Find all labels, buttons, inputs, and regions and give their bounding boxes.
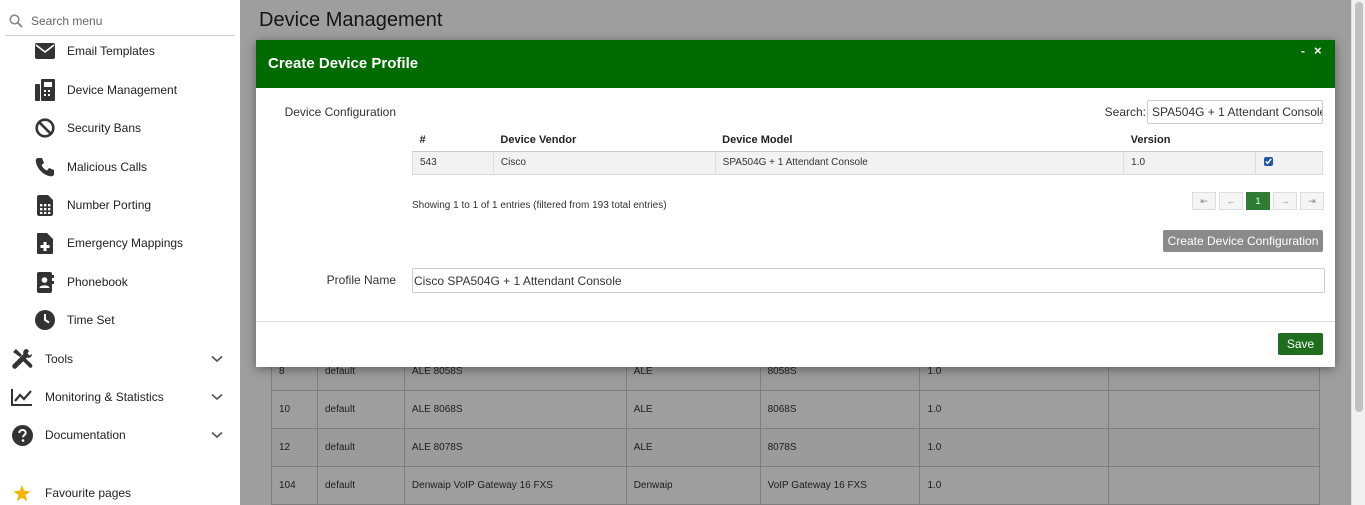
entries-info: Showing 1 to 1 of 1 entries (filtered fr… bbox=[412, 200, 667, 211]
save-button[interactable]: Save bbox=[1278, 333, 1323, 355]
table-row[interactable]: 543 Cisco SPA504G + 1 Attendant Console … bbox=[412, 150, 1323, 175]
last-page-button[interactable]: ⇥ bbox=[1300, 192, 1324, 210]
minimize-button[interactable]: - bbox=[1301, 44, 1305, 58]
profile-name-input[interactable] bbox=[412, 268, 1325, 293]
scrollbar-thumb[interactable] bbox=[1355, 2, 1363, 412]
address-book-icon bbox=[34, 271, 56, 293]
search-icon bbox=[9, 13, 23, 28]
sidebar-item-label: Phonebook bbox=[67, 275, 128, 289]
chart-line-icon bbox=[11, 386, 33, 408]
cell-id: 543 bbox=[412, 150, 494, 175]
table-header: # Device Vendor Device Model Version bbox=[412, 130, 1323, 152]
chevron-down-icon bbox=[211, 431, 223, 439]
file-medical-icon bbox=[34, 232, 56, 254]
sidebar-item-security-bans[interactable]: Security Bans bbox=[0, 110, 240, 146]
ban-icon bbox=[34, 117, 56, 139]
sidebar-item-malicious-calls[interactable]: Malicious Calls bbox=[0, 149, 240, 185]
row-select-checkbox[interactable] bbox=[1264, 156, 1274, 166]
page-1-button[interactable]: 1 bbox=[1246, 192, 1270, 210]
fax-icon bbox=[34, 79, 56, 101]
sidebar-group-label: Monitoring & Statistics bbox=[45, 390, 164, 404]
profile-name-label: Profile Name bbox=[326, 273, 396, 287]
device-configuration-table: # Device Vendor Device Model Version 543… bbox=[412, 130, 1323, 175]
sidebar-favourites-label: Favourite pages bbox=[45, 486, 132, 500]
sidebar-group-label: Tools bbox=[45, 352, 74, 366]
create-device-profile-dialog: Create Device Profile - × Device Configu… bbox=[256, 40, 1335, 367]
cell-version: 1.0 bbox=[1123, 150, 1257, 175]
sidebar-item-label: Device Management bbox=[67, 83, 178, 97]
cell-model: SPA504G + 1 Attendant Console bbox=[714, 150, 1125, 175]
chevron-down-icon bbox=[211, 393, 223, 401]
column-header-vendor[interactable]: Device Vendor bbox=[493, 130, 716, 152]
sidebar-item-label: Time Set bbox=[67, 313, 115, 327]
envelope-icon bbox=[34, 40, 56, 62]
tools-icon bbox=[11, 348, 33, 370]
sidebar-item-label: Security Bans bbox=[67, 121, 142, 135]
sim-card-icon bbox=[34, 194, 56, 216]
prev-page-button[interactable]: ← bbox=[1219, 192, 1243, 210]
search-menu bbox=[6, 6, 234, 36]
sidebar-item-phonebook[interactable]: Phonebook bbox=[0, 264, 240, 300]
pagination: ⇤ ← 1 → ⇥ bbox=[1192, 192, 1324, 210]
device-configuration-label: Device Configuration bbox=[284, 105, 396, 119]
configuration-search-input[interactable] bbox=[1147, 100, 1323, 124]
sidebar-item-emergency-mappings[interactable]: Emergency Mappings bbox=[0, 225, 240, 261]
create-device-configuration-button[interactable]: Create Device Configuration bbox=[1163, 230, 1323, 252]
first-page-button[interactable]: ⇤ bbox=[1192, 192, 1216, 210]
sidebar-group-monitoring[interactable]: Monitoring & Statistics bbox=[0, 379, 240, 415]
sidebar-item-label: Emergency Mappings bbox=[67, 236, 184, 250]
page-scrollbar[interactable] bbox=[1351, 0, 1365, 505]
sidebar-item-label: Number Porting bbox=[67, 198, 152, 212]
column-header-model[interactable]: Device Model bbox=[715, 130, 1124, 152]
close-button[interactable]: × bbox=[1314, 43, 1322, 58]
modal-title: Create Device Profile bbox=[268, 55, 419, 72]
question-circle-icon bbox=[11, 424, 33, 446]
modal-divider bbox=[256, 321, 1335, 322]
cell-vendor: Cisco bbox=[492, 150, 716, 175]
column-header-id[interactable]: # bbox=[412, 130, 494, 152]
sidebar-item-label: Malicious Calls bbox=[67, 160, 148, 174]
sidebar-item-label: Email Templates bbox=[67, 44, 155, 58]
column-header-version[interactable]: Version bbox=[1123, 130, 1256, 152]
star-icon bbox=[11, 482, 33, 504]
sidebar-item-number-porting[interactable]: Number Porting bbox=[0, 187, 240, 223]
sidebar-item-time-set[interactable]: Time Set bbox=[0, 302, 240, 338]
modal-header: Create Device Profile - × bbox=[256, 40, 1335, 88]
column-header-select bbox=[1255, 130, 1323, 152]
clock-icon bbox=[34, 309, 56, 331]
sidebar-group-tools[interactable]: Tools bbox=[0, 341, 240, 377]
sidebar-favourite-pages[interactable]: Favourite pages bbox=[0, 475, 240, 505]
search-menu-input[interactable] bbox=[31, 13, 221, 28]
next-page-button[interactable]: → bbox=[1273, 192, 1297, 210]
sidebar-item-device-management[interactable]: Device Management bbox=[0, 72, 240, 108]
sidebar-group-label: Documentation bbox=[45, 428, 126, 442]
sidebar-item-email-templates[interactable]: Email Templates bbox=[0, 33, 240, 69]
cell-select bbox=[1255, 150, 1323, 175]
search-label: Search: bbox=[1104, 105, 1146, 119]
phone-icon bbox=[34, 156, 56, 178]
sidebar: Email Templates Device Management Securi… bbox=[0, 0, 240, 505]
chevron-down-icon bbox=[211, 355, 223, 363]
sidebar-group-documentation[interactable]: Documentation bbox=[0, 417, 240, 453]
